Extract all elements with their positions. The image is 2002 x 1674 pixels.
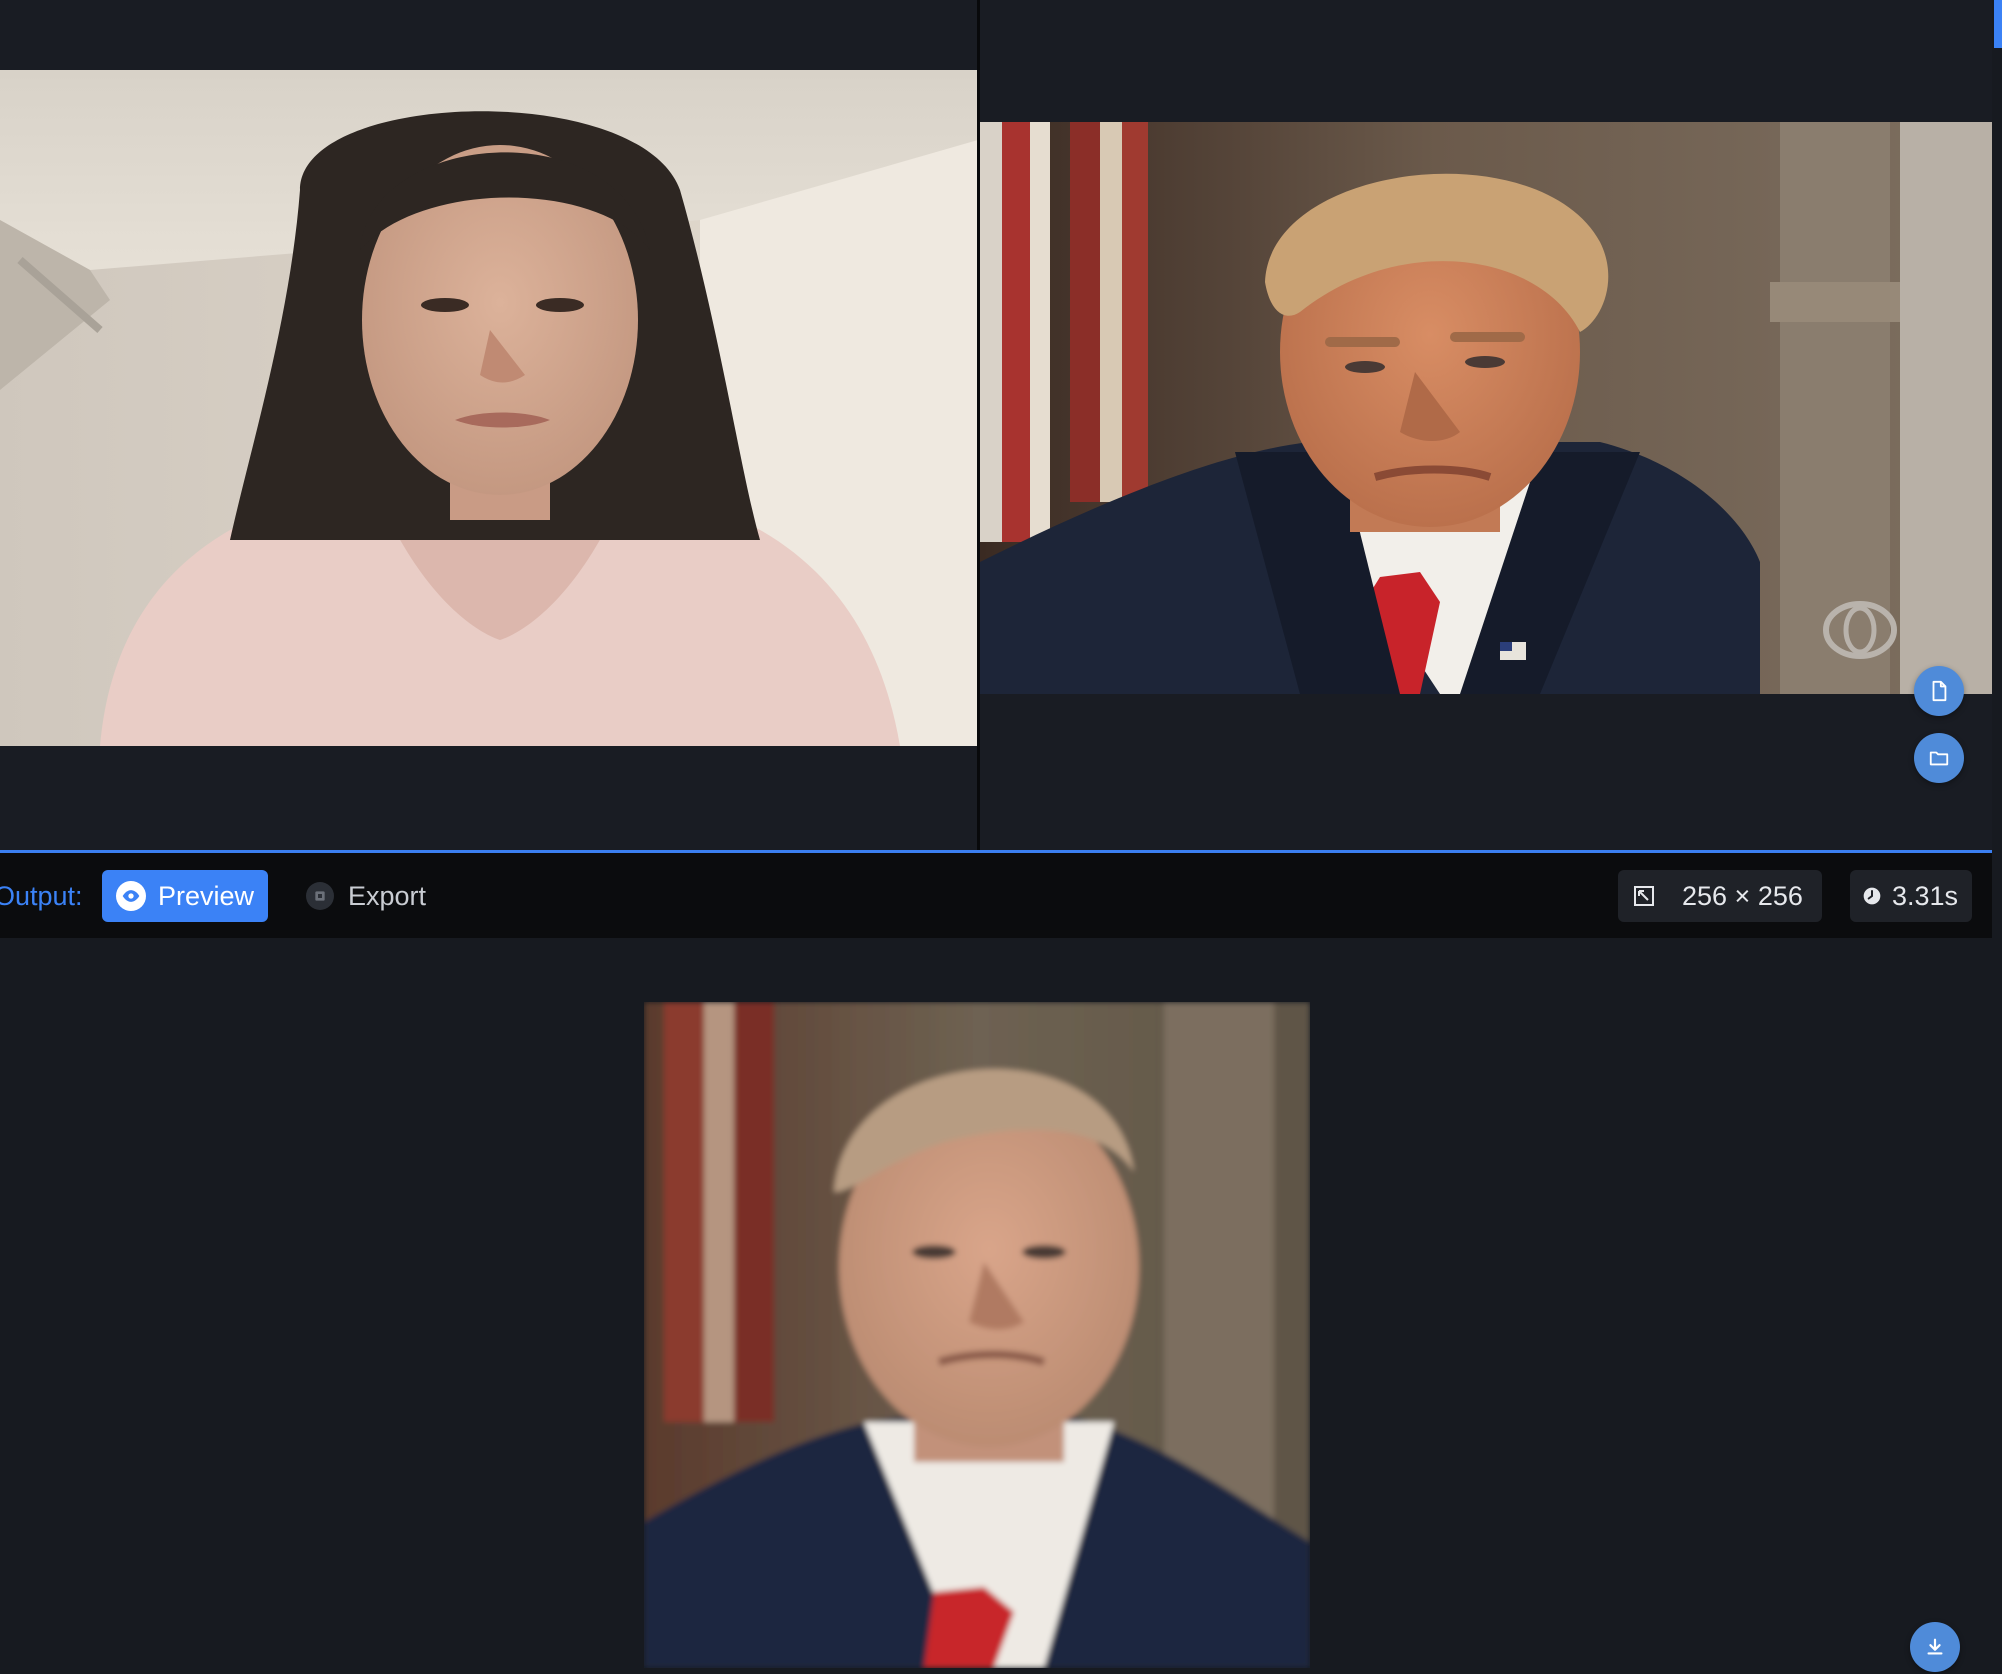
clock-icon [1863, 887, 1881, 905]
source-photo [0, 70, 978, 746]
folder-icon [1929, 751, 1949, 766]
app-window: Output: Preview Export 256 × 256 3.31s [0, 0, 2002, 1674]
source-image[interactable] [0, 70, 978, 746]
resolution-value: 256 × 256 [1682, 880, 1803, 911]
output-toolbar: Output: Preview Export 256 × 256 3.31s [0, 853, 1992, 938]
tab-preview-label: Preview [158, 880, 255, 911]
source-panel [0, 0, 978, 850]
resolution-chip: 256 × 256 [1618, 870, 1822, 922]
result-photo [644, 1002, 1310, 1668]
tab-preview[interactable]: Preview [102, 870, 268, 922]
duration-value: 3.31s [1892, 880, 1959, 911]
export-icon [306, 882, 334, 910]
tab-export[interactable]: Export [306, 870, 446, 922]
download-button[interactable] [1910, 1622, 1960, 1672]
file-icon [1932, 680, 1947, 702]
folder-button[interactable] [1914, 733, 1964, 783]
target-photo [980, 122, 1992, 694]
duration-chip: 3.31s [1850, 870, 1972, 922]
file-button[interactable] [1914, 666, 1964, 716]
resize-icon [1634, 886, 1654, 906]
download-icon [1927, 1638, 1943, 1655]
target-image[interactable] [980, 122, 1992, 694]
eye-icon [116, 881, 146, 911]
result-image[interactable] [644, 1002, 1310, 1668]
target-panel [980, 0, 1992, 850]
scroll-indicator [1994, 0, 2002, 48]
output-label: Output: [0, 881, 83, 911]
tab-export-label: Export [348, 880, 427, 911]
